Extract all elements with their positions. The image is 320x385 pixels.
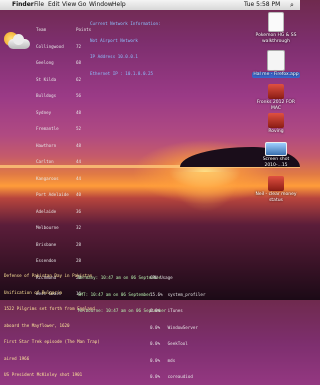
desktop-icon-pokemon[interactable]: Pokemon HG & SS walkthrough [252, 12, 300, 44]
menu-bar: Finder File Edit View Go Window Help Tue… [0, 0, 300, 10]
desktop-icon-screenshot[interactable]: Screen shot 2010-...15 [252, 142, 300, 168]
desktop-icon-label: Screen shot 2010-...15 [262, 157, 290, 168]
history-line: aired 1966 [4, 355, 30, 361]
desktop-icon-label: Fronks 2012 FOR MAC [256, 100, 296, 111]
desktop-icon-neil[interactable]: Neil - clear money status [252, 176, 300, 203]
network-line: IP Address 10.0.0.1 [90, 54, 138, 59]
cpu-line: 0.0% WindowServer [150, 324, 198, 330]
desktop-icon-label: Hal me - Firefox.app [252, 72, 300, 78]
document-icon [268, 12, 284, 32]
menu-help[interactable]: Help [112, 0, 126, 10]
network-widget: Current Network Information: Not Airport… [90, 10, 161, 82]
standings-row: Port Adelaide 40 [36, 192, 82, 197]
cpu-line: 0.0% GeekTool [150, 341, 188, 346]
desktop-icon-label: Neil - clear money status [255, 192, 297, 203]
standings-row: Kangaroos 44 [36, 175, 82, 181]
network-line: Not Airport Network [90, 37, 138, 43]
standings-row: Carlton 44 [36, 159, 82, 164]
history-line: US President McKinley shot 1901 [4, 372, 83, 377]
archive-icon [268, 176, 284, 191]
cpu-line: 0.0% mds [150, 357, 176, 363]
standings-row: St Kilda 62 [36, 76, 82, 82]
menu-view[interactable]: View [62, 0, 76, 10]
standings-widget: Team Points Collingwood 72 Geelong 68 St Ki… [36, 16, 96, 302]
desktop-icon-firefox[interactable]: Hal me - Firefox.app [252, 50, 300, 78]
cpu-usage-widget: CPU Usage 15.6% system_profiler 0.0% iTu… [150, 264, 205, 385]
menu-app-name[interactable]: Finder [12, 0, 34, 10]
network-line: Current Network Information: [90, 21, 161, 26]
document-icon [267, 50, 285, 71]
standings-row: Hawthorn 48 [36, 142, 82, 148]
cpu-line: 0.0% iTunes [150, 308, 183, 313]
menu-go[interactable]: Go [78, 0, 86, 10]
standings-row: Fremantle 52 [36, 126, 82, 131]
sun-reflection [170, 172, 240, 212]
desktop-icon-label: Pokemon HG & SS walkthrough [255, 33, 297, 44]
standings-row: Sydney 48 [36, 109, 82, 115]
cpu-line: 15.6% system_profiler [150, 291, 206, 297]
desktop-icon-roving[interactable]: Roving [252, 113, 300, 135]
standings-row: Brisbane 28 [36, 241, 82, 247]
standings-row: Adelaide 36 [36, 208, 82, 214]
archive-icon [268, 113, 284, 128]
network-line: Ethernet IP : 10.1.8.0.25 [90, 70, 154, 76]
cpu-line: 0.0% coreaudiod [150, 374, 193, 379]
desktop-icon-fronks[interactable]: Fronks 2012 FOR MAC [252, 84, 300, 111]
standings-row: Bulldogs 56 [36, 93, 82, 98]
menu-edit[interactable]: Edit [48, 0, 60, 10]
cpu-title: CPU Usage [150, 275, 173, 280]
menubar-clock[interactable]: Tue 5:58 PM [244, 0, 280, 10]
spotlight-icon[interactable]: ⌕ [290, 0, 294, 10]
menu-file[interactable]: File [34, 0, 44, 10]
standings-row: Geelong 68 [36, 60, 82, 65]
desktop-icon-label: Roving [268, 129, 284, 134]
standings-header-team: Team [36, 27, 47, 32]
archive-icon [268, 84, 284, 99]
history-line: aboard the Mayflower, 1620 [4, 322, 70, 328]
history-line: First Star Trek episode (The Man Trap) [4, 339, 100, 344]
menu-window[interactable]: Window [89, 0, 113, 10]
standings-row: Melbourne 32 [36, 225, 82, 230]
image-icon [265, 142, 287, 156]
standings-row: Collingwood 72 [36, 43, 82, 49]
partly-cloudy-icon [0, 28, 32, 54]
